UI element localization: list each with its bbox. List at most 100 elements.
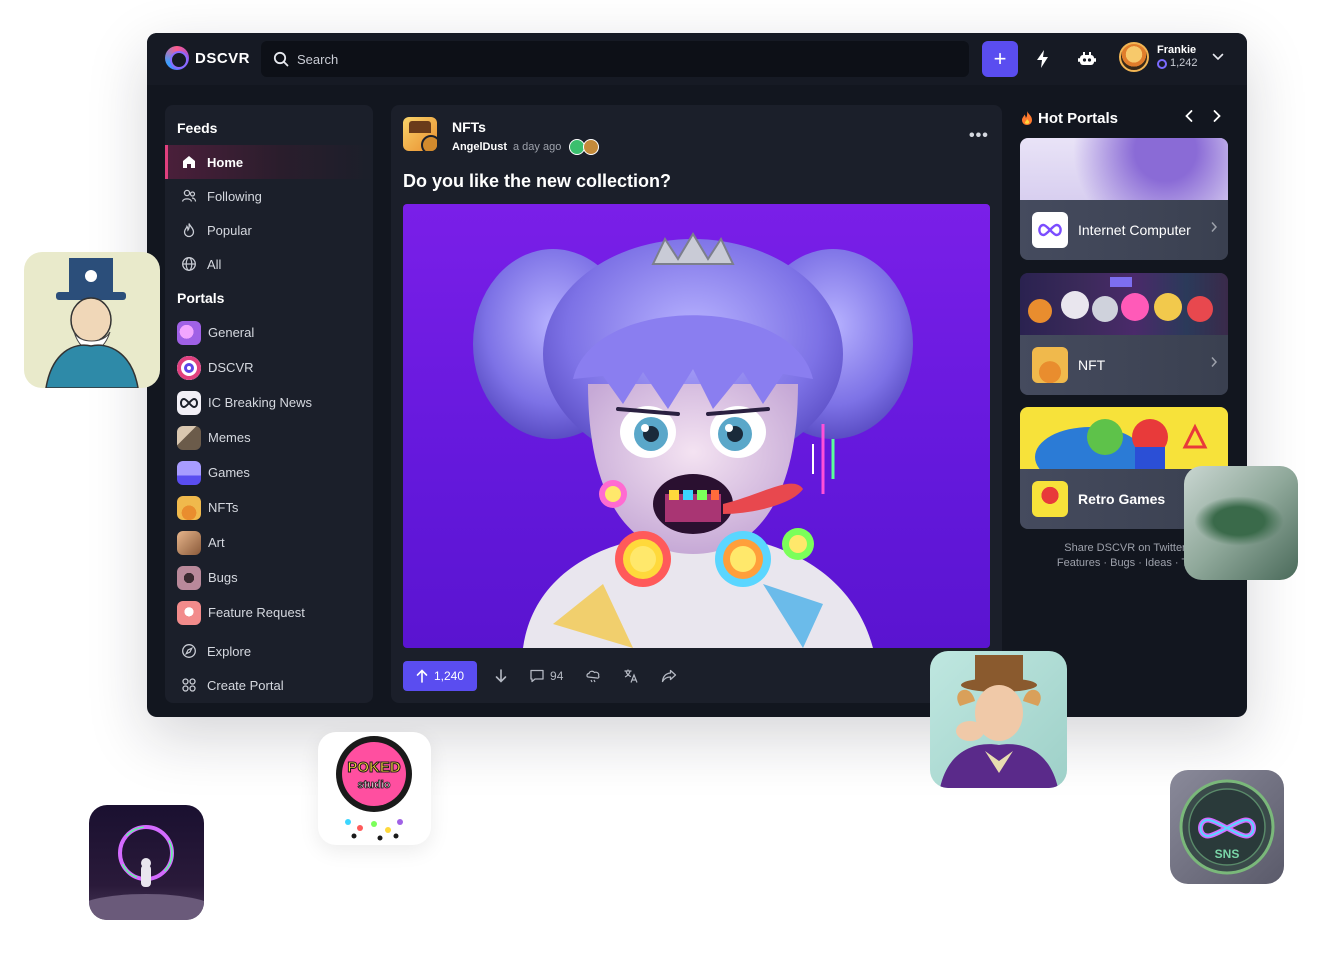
neon-astronaut-avatar	[89, 805, 204, 920]
logo-text: DSCVR	[195, 49, 251, 67]
sidebar-item-label: Art	[208, 535, 225, 550]
sidebar-item-general[interactable]: General	[165, 315, 373, 350]
portal-card-internet-computer[interactable]: Internet Computer	[1020, 138, 1228, 260]
sidebar-item-dscvr[interactable]: DSCVR	[165, 350, 373, 385]
portal-banner	[1020, 273, 1228, 335]
portal-card-footer: Internet Computer	[1020, 200, 1228, 260]
sidebar-item-all[interactable]: All	[165, 247, 373, 281]
sidebar-item-bugs[interactable]: Bugs	[165, 560, 373, 595]
post-meta: AngelDust a day ago	[452, 139, 600, 155]
sidebar-item-label: Create Portal	[207, 677, 284, 693]
uncle-sam-avatar	[24, 252, 160, 388]
translate-icon	[623, 668, 639, 684]
post-title[interactable]: Do you like the new collection?	[403, 171, 671, 192]
post-actions: 1,240 94	[403, 661, 993, 691]
sidebar-item-label: IC Breaking News	[208, 395, 313, 410]
user-name: Frankie	[1157, 44, 1197, 56]
tip-button[interactable]	[581, 661, 605, 691]
poked-studio-avatar: POKED studio	[318, 732, 431, 845]
post-portal-name[interactable]: NFTs	[452, 119, 486, 135]
dscvr-logo-icon	[165, 46, 189, 70]
share-icon	[661, 668, 677, 684]
more-options-icon[interactable]: •••	[969, 127, 989, 145]
sidebar-item-popular[interactable]: Popular	[165, 213, 373, 247]
comments-button[interactable]: 94	[525, 661, 567, 691]
logo[interactable]: DSCVR	[165, 46, 250, 70]
app-window: DSCVR + Frankie 1,242	[147, 33, 1247, 717]
portal-banner	[1020, 407, 1228, 487]
svg-text:POKED: POKED	[347, 759, 401, 776]
user-menu[interactable]: Frankie 1,242	[1119, 42, 1224, 72]
tip-icon	[585, 668, 601, 684]
create-portal-icon	[181, 677, 197, 693]
top-bar: DSCVR + Frankie 1,242	[147, 33, 1247, 85]
feeds-title: Feeds	[177, 120, 218, 136]
portal-card-nft[interactable]: NFT	[1020, 273, 1228, 395]
nfts-portal-icon	[177, 495, 201, 520]
portal-card-footer: NFT	[1020, 335, 1228, 395]
hot-portals-title: Hot Portals	[1038, 109, 1119, 127]
bugs-portal-icon	[177, 565, 201, 590]
search-icon	[273, 51, 289, 67]
fire-icon	[1020, 110, 1034, 126]
sidebar-item-games[interactable]: Games	[165, 455, 373, 490]
sidebar-item-label: Following	[207, 188, 262, 204]
anime-character-illustration	[473, 232, 913, 648]
chevron-left-icon[interactable]	[1184, 109, 1194, 126]
home-icon	[181, 154, 197, 170]
nft-portal-icon	[1032, 347, 1068, 383]
svg-text:studio: studio	[358, 779, 391, 791]
comment-count: 94	[550, 669, 564, 683]
sidebar-item-create-portal[interactable]: Create Portal	[165, 668, 373, 702]
portal-card-label: Internet Computer	[1078, 222, 1191, 238]
search-bar[interactable]	[261, 41, 969, 77]
general-portal-icon	[177, 320, 201, 345]
infinity-icon	[177, 390, 201, 415]
lightning-icon[interactable]	[1031, 47, 1055, 71]
hot-portals-header: Hot Portals	[1020, 107, 1230, 129]
sidebar-item-home[interactable]: Home	[165, 145, 373, 179]
downvote-button[interactable]	[491, 661, 511, 691]
post-time: a day ago	[513, 141, 562, 153]
arrow-up-icon	[416, 669, 428, 683]
sidebar-item-label: All	[207, 256, 222, 272]
post-portal-avatar[interactable]	[403, 117, 437, 151]
points-icon	[1157, 58, 1167, 69]
chevron-right-icon	[1210, 356, 1218, 371]
user-avatar	[1119, 42, 1149, 72]
sidebar-item-ic-breaking-news[interactable]: IC Breaking News	[165, 385, 373, 420]
sidebar-item-label: Explore	[207, 643, 252, 659]
user-points-value: 1,242	[1170, 57, 1198, 69]
sidebar-item-label: Bugs	[208, 570, 238, 585]
upvote-count: 1,240	[434, 669, 465, 683]
sns-token-avatar	[1184, 466, 1298, 580]
chevron-right-icon[interactable]	[1212, 109, 1222, 126]
robot-icon[interactable]	[1075, 47, 1099, 71]
sidebar: Feeds Home Following Popular All Portals…	[165, 105, 373, 703]
sidebar-item-label: NFTs	[208, 500, 239, 515]
retro-games-portal-icon	[1032, 481, 1068, 517]
sidebar-item-following[interactable]: Following	[165, 179, 373, 213]
sidebar-item-memes[interactable]: Memes	[165, 420, 373, 455]
search-input[interactable]	[297, 51, 937, 67]
translate-button[interactable]	[619, 661, 643, 691]
sidebar-item-feature-request[interactable]: Feature Request	[165, 595, 373, 630]
art-portal-icon	[177, 530, 201, 555]
share-button[interactable]	[657, 661, 681, 691]
post-author[interactable]: AngelDust	[452, 141, 507, 153]
upvote-button[interactable]: 1,240	[403, 661, 478, 691]
dscvr-portal-icon	[177, 355, 201, 380]
sidebar-item-nfts[interactable]: NFTs	[165, 490, 373, 525]
portal-banner	[1020, 138, 1228, 200]
sidebar-item-art[interactable]: Art	[165, 525, 373, 560]
compass-icon	[181, 643, 197, 659]
sidebar-item-label: Games	[208, 465, 250, 480]
flame-icon	[181, 222, 197, 238]
hot-portals-nav	[1184, 109, 1222, 126]
sidebar-item-label: Feature Request	[208, 605, 305, 620]
sidebar-item-explore[interactable]: Explore	[165, 634, 373, 668]
memes-portal-icon	[177, 425, 201, 450]
post-image[interactable]	[403, 204, 990, 648]
user-info: Frankie 1,242	[1157, 44, 1198, 70]
create-post-button[interactable]: +	[982, 41, 1018, 77]
